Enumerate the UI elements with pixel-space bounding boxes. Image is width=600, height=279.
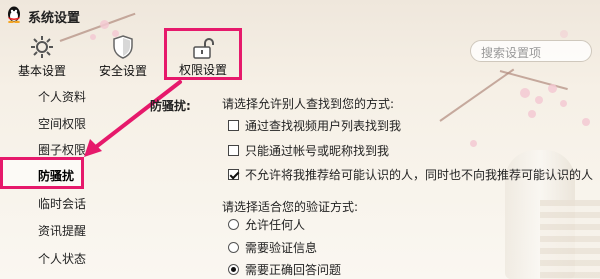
option-label: 通过查找视频用户列表找到我 bbox=[245, 119, 402, 133]
option-no-recommendation[interactable]: 不允许将我推荐给可能认识的人，同时也不向我推荐可能认识的人 bbox=[228, 167, 593, 185]
sidebar-item-circle-permission[interactable]: 圈子权限 bbox=[0, 138, 98, 162]
search-input[interactable]: 搜索设置项 bbox=[470, 40, 592, 62]
option-label: 只能通过帐号或昵称找到我 bbox=[245, 144, 390, 158]
sidebar-item-anti-harassment[interactable]: 防骚扰 bbox=[0, 164, 98, 188]
gear-icon bbox=[31, 36, 53, 58]
tab-permission-settings-label: 权限设置 bbox=[178, 63, 227, 77]
radio-allow-anyone[interactable]: 允许任何人 bbox=[228, 217, 305, 235]
shield-icon bbox=[113, 35, 133, 59]
sidebar-item-personal-status[interactable]: 个人状态 bbox=[0, 247, 98, 271]
option-label: 允许任何人 bbox=[245, 218, 306, 232]
title-bar: 系统设置 bbox=[0, 0, 600, 30]
option-label: 不允许将我推荐给可能认识的人，同时也不向我推荐可能认识的人 bbox=[245, 168, 594, 182]
verify-method-prompt: 请选择适合您的验证方式: bbox=[222, 200, 359, 214]
option-label: 需要正确回答问题 bbox=[245, 263, 342, 277]
window-title: 系统设置 bbox=[28, 11, 81, 26]
option-label: 需要验证信息 bbox=[245, 241, 318, 255]
checkbox-checked[interactable] bbox=[228, 169, 239, 180]
sidebar: 个人资料 空间权限 圈子权限 防骚扰 临时会话 资讯提醒 个人状态 bbox=[0, 85, 98, 279]
radio-require-verification[interactable]: 需要验证信息 bbox=[228, 240, 317, 258]
sidebar-item-space-permission[interactable]: 空间权限 bbox=[0, 112, 98, 136]
radio-button[interactable] bbox=[228, 219, 239, 230]
section-title: 防骚扰: bbox=[150, 99, 191, 113]
checkbox[interactable] bbox=[228, 145, 239, 156]
qq-penguin-icon bbox=[8, 6, 20, 23]
settings-window: 系统设置 基本设置 安全设置 权限设置 搜索设置项 个人资料 空间权限 圈子权限… bbox=[0, 0, 600, 279]
checkbox[interactable] bbox=[228, 120, 239, 131]
tab-basic-settings-label: 基本设置 bbox=[17, 64, 66, 78]
unlock-icon bbox=[193, 38, 214, 59]
option-find-by-account-only[interactable]: 只能通过帐号或昵称找到我 bbox=[228, 143, 389, 161]
radio-button[interactable] bbox=[228, 242, 239, 253]
find-method-prompt: 请选择允许别人查找到您的方式: bbox=[222, 97, 395, 111]
sidebar-item-news-reminder[interactable]: 资讯提醒 bbox=[0, 219, 98, 243]
option-find-by-video-list[interactable]: 通过查找视频用户列表找到我 bbox=[228, 118, 401, 136]
radio-button-selected[interactable] bbox=[228, 264, 239, 275]
tab-permission-settings[interactable]: 权限设置 bbox=[164, 28, 242, 80]
sidebar-item-profile[interactable]: 个人资料 bbox=[0, 85, 98, 109]
tab-security-settings-label: 安全设置 bbox=[98, 64, 147, 78]
radio-require-answer[interactable]: 需要正确回答问题 bbox=[228, 262, 341, 279]
tab-security-settings[interactable]: 安全设置 bbox=[83, 30, 163, 80]
sidebar-item-temp-session[interactable]: 临时会话 bbox=[0, 192, 98, 216]
tab-basic-settings[interactable]: 基本设置 bbox=[2, 30, 82, 80]
